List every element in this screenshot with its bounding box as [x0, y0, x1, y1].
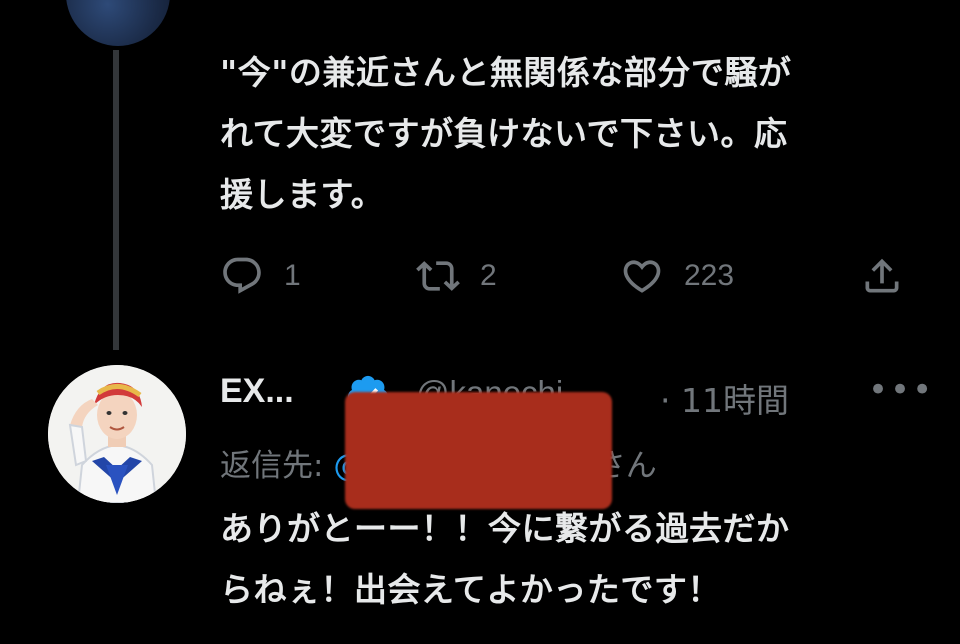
- redaction-overlay: [345, 392, 612, 509]
- parent-tweet-text: "今"の兼近さんと無関係な部分で騒が れて大変ですが負けないで下さい。応 援しま…: [220, 42, 920, 225]
- parent-action-bar: 1 2 223: [220, 248, 910, 304]
- display-name[interactable]: EX...: [220, 372, 294, 411]
- parent-text-line: "今"の兼近さんと無関係な部分で騒が: [220, 53, 792, 92]
- share-button[interactable]: [860, 248, 904, 304]
- thread-line: [113, 50, 119, 350]
- share-icon: [865, 258, 899, 293]
- retweet-count: 2: [480, 259, 497, 292]
- parent-text-line: 援します。: [220, 175, 385, 214]
- like-button[interactable]: 223: [620, 248, 734, 304]
- timestamp[interactable]: · 11時間: [660, 374, 789, 422]
- reply-tweet-text: ありがとーー！！今に繋がる過去だか らねぇ！出会えてよかったです！: [220, 498, 920, 620]
- parent-text-line: れて大変ですが負けないで下さい。応: [220, 114, 788, 153]
- reply-to-label: 返信先:: [220, 448, 334, 484]
- retweet-button[interactable]: 2: [416, 248, 497, 304]
- reply-text-line: らねぇ！出会えてよかったです！: [220, 570, 721, 609]
- reply-avatar[interactable]: [48, 365, 186, 503]
- avatar-photo: [48, 365, 186, 503]
- more-icon[interactable]: •••: [868, 370, 934, 410]
- reply-icon: [223, 257, 261, 294]
- retweet-icon: [416, 261, 460, 291]
- like-icon: [623, 260, 661, 293]
- like-count: 223: [684, 259, 735, 292]
- reply-count: 1: [284, 259, 301, 292]
- reply-button[interactable]: 1: [220, 248, 301, 304]
- reply-to-line: 返信先: @ 6さん: [220, 440, 657, 485]
- reply-text-line: ありがとーー！！今に繋がる過去だか: [220, 509, 790, 548]
- parent-avatar[interactable]: [66, 0, 170, 46]
